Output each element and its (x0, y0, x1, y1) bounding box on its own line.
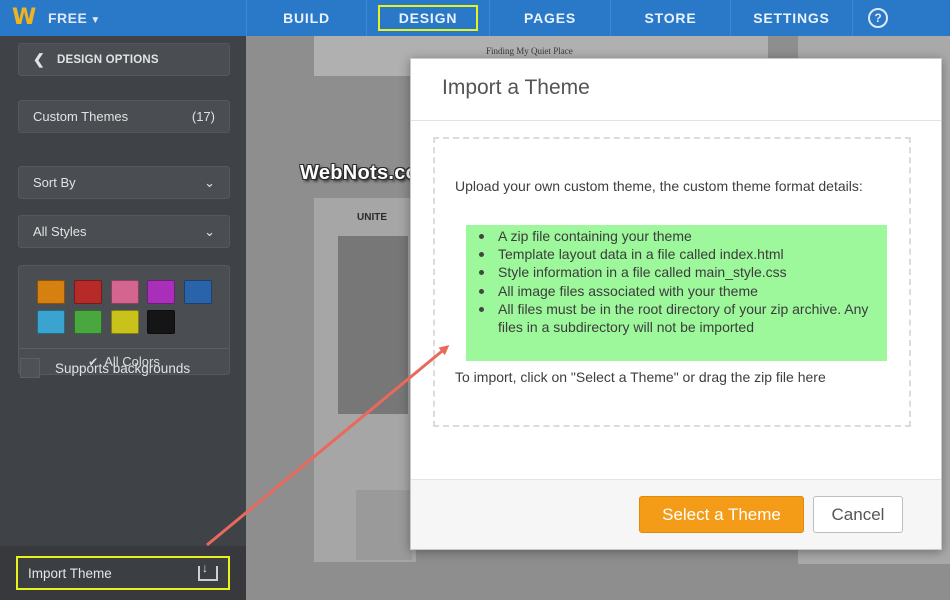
back-label: DESIGN OPTIONS (56, 53, 159, 66)
top-nav-bar: W FREE ▼ BUILD DESIGN PAGES STORE SETTING… (0, 0, 950, 36)
dialog-intro-text: Upload your own custom theme, the custom… (455, 178, 863, 194)
color-swatch-yellow[interactable] (111, 310, 139, 334)
import-theme-button[interactable]: Import Theme (16, 556, 230, 590)
select-theme-button[interactable]: Select a Theme (639, 496, 804, 533)
nav-tab-pages[interactable]: PAGES (489, 0, 610, 36)
color-swatch-red[interactable] (74, 280, 102, 304)
dialog-title: Import a Theme (442, 76, 590, 99)
custom-themes-button[interactable]: Custom Themes (17) (18, 100, 230, 133)
sort-by-dropdown[interactable]: Sort By ⌄ (18, 166, 230, 199)
nav-help-cell (852, 0, 950, 36)
color-swatch-light-blue[interactable] (37, 310, 65, 334)
preview-image (338, 236, 408, 414)
all-styles-dropdown[interactable]: All Styles ⌄ (18, 215, 230, 248)
supports-backgrounds-checkbox[interactable] (20, 358, 40, 378)
preview-image-2 (356, 490, 412, 560)
requirement-item: All image files associated with your the… (479, 282, 887, 300)
nav-tab-settings[interactable]: SETTINGS (730, 0, 852, 36)
cancel-button[interactable]: Cancel (813, 496, 903, 533)
requirements-box: A zip file containing your theme Templat… (466, 225, 887, 361)
color-swatch-green[interactable] (74, 310, 102, 334)
import-hint-text: To import, click on "Select a Theme" or … (455, 369, 826, 385)
design-options-back-button[interactable]: ❮ DESIGN OPTIONS (18, 43, 230, 76)
help-icon[interactable]: ? (868, 8, 888, 28)
color-swatch-blue[interactable] (184, 280, 212, 304)
supports-backgrounds-option[interactable]: Supports backgrounds (20, 358, 190, 378)
requirements-list: A zip file containing your theme Templat… (466, 225, 887, 336)
design-tab-highlight (378, 5, 478, 31)
preview-card-heading: UNITE (357, 212, 387, 223)
nav-tab-store[interactable]: STORE (610, 0, 730, 36)
preview-heading: Finding My Quiet Place (486, 46, 573, 56)
dialog-divider (411, 120, 941, 121)
import-theme-dialog: Import a Theme Upload your own custom th… (410, 58, 942, 550)
requirement-item: A zip file containing your theme (479, 227, 887, 245)
chevron-down-icon: ⌄ (204, 223, 215, 239)
color-swatch-black[interactable] (147, 310, 175, 334)
chevron-left-icon: ❮ (33, 51, 45, 67)
custom-themes-label: Custom Themes (33, 109, 129, 124)
requirement-item: Style information in a file called main_… (479, 263, 887, 281)
color-swatch-purple[interactable] (147, 280, 175, 304)
plan-label: FREE (48, 10, 88, 26)
import-theme-label: Import Theme (28, 565, 112, 581)
chevron-down-icon: ⌄ (204, 174, 215, 190)
custom-themes-count: (17) (191, 109, 215, 124)
requirement-item: Template layout data in a file called in… (479, 245, 887, 263)
sort-by-label: Sort By (33, 175, 76, 190)
all-styles-label: All Styles (33, 224, 87, 239)
color-swatch-orange[interactable] (37, 280, 65, 304)
download-icon (198, 561, 218, 581)
plan-dropdown[interactable]: FREE ▼ (48, 10, 101, 26)
requirement-item: All files must be in the root directory … (479, 300, 887, 336)
supports-backgrounds-label: Supports backgrounds (55, 360, 191, 376)
nav-tab-build[interactable]: BUILD (246, 0, 366, 36)
color-swatch-pink[interactable] (111, 280, 139, 304)
chevron-down-icon: ▼ (90, 15, 101, 26)
weebly-logo-icon[interactable]: W (12, 7, 38, 29)
